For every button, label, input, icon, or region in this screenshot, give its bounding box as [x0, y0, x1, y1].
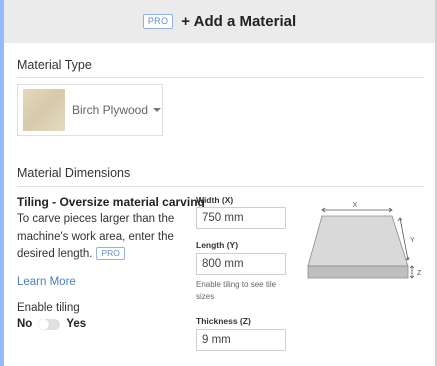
length-label: Length (Y) — [196, 240, 239, 250]
dialog-title: + Add a Material — [181, 13, 297, 30]
dialog-header: PRO + Add a Material — [4, 0, 435, 43]
material-dimensions-diagram: X Y Z — [307, 202, 422, 279]
chevron-down-icon — [153, 108, 162, 112]
material-dimensions-divider — [17, 186, 424, 187]
board-side-face — [307, 265, 409, 279]
material-type-heading: Material Type — [17, 58, 92, 72]
material-swatch — [23, 89, 65, 131]
tiling-title: Tiling - Oversize material carving — [17, 195, 205, 209]
enable-tiling-label: Enable tiling — [17, 302, 80, 314]
x-axis-label: X — [353, 202, 358, 209]
material-type-value: Birch Plywood — [72, 103, 149, 117]
toggle-knob — [38, 318, 50, 330]
toggle-no-label: No — [17, 318, 33, 330]
length-hint: Enable tiling to see tile sizes — [196, 280, 277, 301]
width-input[interactable] — [196, 207, 286, 229]
tiling-toggle-switch[interactable] — [38, 318, 61, 330]
material-type-divider — [17, 77, 424, 78]
toggle-yes-label: Yes — [66, 318, 87, 330]
tiling-pro-badge: PRO — [96, 247, 125, 260]
material-type-dropdown[interactable]: Birch Plywood — [17, 84, 163, 136]
pro-badge: PRO — [142, 14, 174, 29]
thickness-input[interactable] — [196, 329, 286, 351]
tiling-description: To carve pieces larger than the machine'… — [17, 211, 189, 264]
board-top-face — [307, 215, 409, 267]
learn-more-link[interactable]: Learn More — [17, 276, 76, 288]
width-label: Width (X) — [196, 195, 234, 205]
y-axis-label: Y — [410, 237, 415, 244]
length-input[interactable] — [196, 253, 286, 275]
thickness-label: Thickness (Z) — [196, 316, 251, 326]
tiling-toggle[interactable]: No Yes — [17, 318, 86, 330]
z-axis-label: Z — [417, 270, 422, 277]
material-dimensions-heading: Material Dimensions — [17, 166, 131, 180]
left-edge-bar — [0, 0, 4, 366]
